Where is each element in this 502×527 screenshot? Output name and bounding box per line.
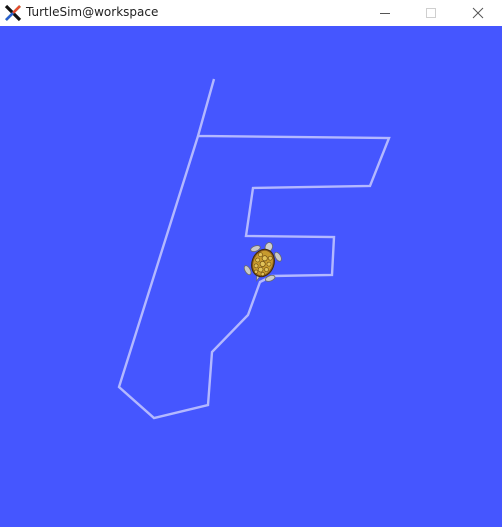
minimize-icon: [379, 4, 391, 23]
canvas-background: [0, 26, 502, 527]
x-logo-icon: [4, 4, 22, 22]
maximize-icon: [425, 4, 437, 23]
turtle-canvas: [0, 26, 502, 527]
window-title: TurtleSim@workspace: [26, 5, 159, 19]
title-bar[interactable]: TurtleSim@workspace: [0, 0, 502, 26]
close-icon: [472, 4, 484, 23]
turtlesim-window: TurtleSim@workspace: [0, 0, 502, 527]
minimize-button[interactable]: [362, 0, 408, 26]
close-button[interactable]: [454, 0, 502, 26]
maximize-button[interactable]: [408, 0, 454, 26]
